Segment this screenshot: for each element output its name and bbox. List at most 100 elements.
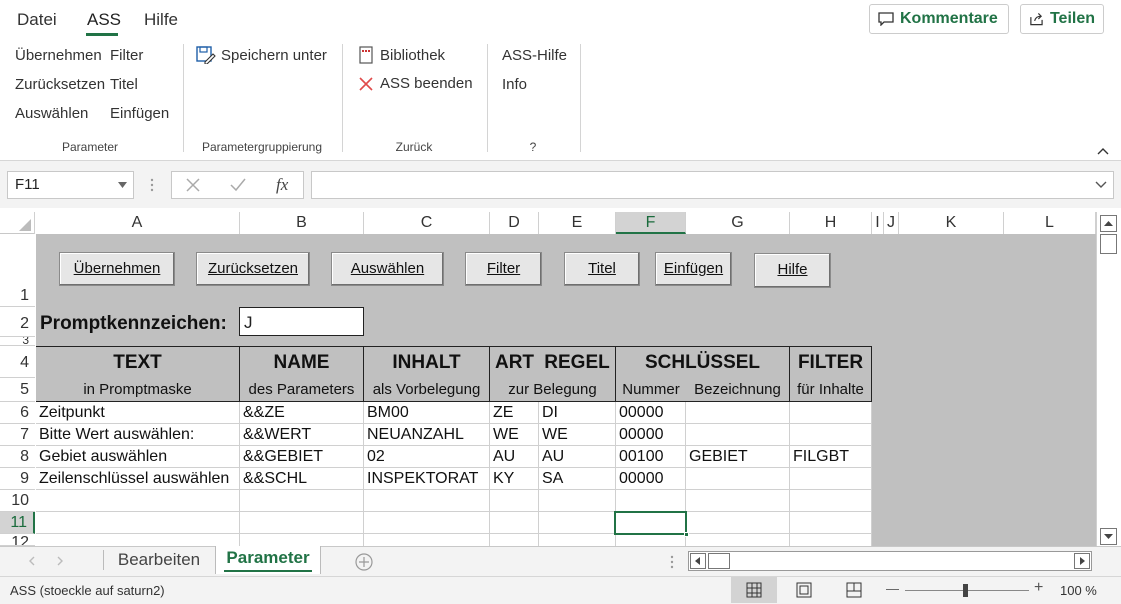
col-header-h[interactable]: H xyxy=(790,212,872,234)
drag-handle-icon[interactable] xyxy=(150,177,154,193)
table-cell[interactable] xyxy=(790,468,871,490)
table-cell[interactable]: Zeitpunkt xyxy=(36,402,239,424)
ribbon-filter[interactable]: Filter xyxy=(110,47,143,64)
table-cell[interactable]: &&WERT xyxy=(240,424,363,446)
col-header-d[interactable]: D xyxy=(490,212,539,234)
ribbon-titel[interactable]: Titel xyxy=(110,76,138,93)
table-cell[interactable]: &&SCHL xyxy=(240,468,363,490)
col-header-e[interactable]: E xyxy=(539,212,616,234)
row-header-9[interactable]: 9 xyxy=(0,468,35,490)
fill-handle[interactable] xyxy=(684,532,689,537)
ribbon-uebernehmen[interactable]: Übernehmen xyxy=(15,47,102,64)
formula-input[interactable] xyxy=(311,171,1114,199)
scroll-thumb[interactable] xyxy=(1100,234,1117,254)
col-header-c[interactable]: C xyxy=(364,212,490,234)
menu-tab-ass[interactable]: ASS xyxy=(87,10,121,30)
page-layout-icon[interactable] xyxy=(796,582,812,598)
row-header-6[interactable]: 6 xyxy=(0,402,35,424)
scroll-left-button[interactable] xyxy=(690,553,706,569)
row-header-3[interactable]: 3 xyxy=(0,337,35,346)
ribbon-einfuegen[interactable]: Einfügen xyxy=(110,105,169,122)
table-cell[interactable]: DI xyxy=(539,402,615,424)
table-cell[interactable]: AU xyxy=(490,446,538,468)
table-cell[interactable] xyxy=(686,468,789,490)
table-cell[interactable]: FILGBT xyxy=(790,446,871,468)
tab-scroll-left-icon[interactable] xyxy=(28,556,36,566)
table-cell[interactable]: INSPEKTORAT xyxy=(364,468,489,490)
table-cell[interactable]: GEBIET xyxy=(686,446,789,468)
table-cell[interactable]: ZE xyxy=(490,402,538,424)
view-normal-button[interactable] xyxy=(731,577,777,603)
ribbon-ass-hilfe[interactable]: ASS-Hilfe xyxy=(502,47,567,64)
menu-tab-datei[interactable]: Datei xyxy=(17,10,57,30)
zoom-level[interactable]: 100 % xyxy=(1060,583,1097,598)
zoom-out-button[interactable]: — xyxy=(886,581,899,596)
sheet-button-uebernehmen[interactable]: Übernehmen xyxy=(59,252,175,286)
ribbon-zuruecksetzen[interactable]: Zurücksetzen xyxy=(15,76,105,93)
table-cell[interactable]: WE xyxy=(539,424,615,446)
scroll-up-button[interactable] xyxy=(1100,215,1117,232)
row-header-2[interactable]: 2 xyxy=(0,307,35,337)
table-cell[interactable] xyxy=(686,424,789,446)
fx-icon[interactable]: fx xyxy=(276,175,288,195)
table-cell[interactable]: Gebiet auswählen xyxy=(36,446,239,468)
h-scroll-thumb[interactable] xyxy=(708,553,730,569)
sheet-button-filter[interactable]: Filter xyxy=(465,252,542,286)
cancel-icon[interactable] xyxy=(186,178,200,192)
chevron-down-icon[interactable] xyxy=(118,182,127,188)
scroll-down-button[interactable] xyxy=(1100,528,1117,545)
table-cell[interactable]: Zeilenschlüssel auswählen xyxy=(36,468,239,490)
table-cell[interactable]: &&GEBIET xyxy=(240,446,363,468)
col-header-j[interactable]: J xyxy=(884,212,899,234)
table-cell[interactable]: 00100 xyxy=(616,446,685,468)
select-all-corner[interactable] xyxy=(0,212,35,234)
sheet-tab-bearbeiten[interactable]: Bearbeiten xyxy=(104,548,214,574)
table-cell[interactable]: 00000 xyxy=(616,424,685,446)
table-cell[interactable] xyxy=(686,402,789,424)
menu-tab-hilfe[interactable]: Hilfe xyxy=(144,10,178,30)
scroll-right-button[interactable] xyxy=(1074,553,1090,569)
row-header-5[interactable]: 5 xyxy=(0,378,35,402)
col-header-a[interactable]: A xyxy=(35,212,240,234)
table-cell[interactable]: SA xyxy=(539,468,615,490)
col-header-i[interactable]: I xyxy=(872,212,884,234)
sheet-tab-parameter[interactable]: Parameter xyxy=(215,546,321,574)
table-cell[interactable]: 02 xyxy=(364,446,489,468)
sheet-button-einfuegen[interactable]: Einfügen xyxy=(655,252,732,286)
sheet-button-zuruecksetzen[interactable]: Zurücksetzen xyxy=(196,252,310,286)
table-cell[interactable]: WE xyxy=(490,424,538,446)
teilen-button[interactable]: Teilen xyxy=(1020,4,1104,34)
row-header-8[interactable]: 8 xyxy=(0,446,35,468)
collapse-ribbon-icon[interactable] xyxy=(1096,143,1110,155)
table-cell[interactable]: KY xyxy=(490,468,538,490)
sheet-button-titel[interactable]: Titel xyxy=(564,252,640,286)
table-cell[interactable]: BM00 xyxy=(364,402,489,424)
zoom-in-button[interactable]: + xyxy=(1034,579,1043,597)
vertical-scrollbar[interactable] xyxy=(1096,212,1121,546)
table-cell[interactable]: Bitte Wert auswählen: xyxy=(36,424,239,446)
prompt-input[interactable]: J xyxy=(239,307,364,336)
sheet-button-auswaehlen[interactable]: Auswählen xyxy=(331,252,444,286)
table-cell[interactable]: NEUANZAHL xyxy=(364,424,489,446)
expand-formula-icon[interactable] xyxy=(1095,181,1107,189)
split-handle-icon[interactable] xyxy=(670,554,674,570)
table-cell[interactable]: 00000 xyxy=(616,402,685,424)
col-header-l[interactable]: L xyxy=(1004,212,1096,234)
row-header-7[interactable]: 7 xyxy=(0,424,35,446)
row-header-10[interactable]: 10 xyxy=(0,490,35,512)
table-cell[interactable]: 00000 xyxy=(616,468,685,490)
col-header-f[interactable]: F xyxy=(616,212,686,234)
kommentare-button[interactable]: Kommentare xyxy=(869,4,1009,34)
name-box[interactable]: F11 xyxy=(7,171,134,199)
page-break-icon[interactable] xyxy=(846,582,862,598)
check-icon[interactable] xyxy=(230,178,246,192)
row-header-4[interactable]: 4 xyxy=(0,346,35,378)
table-cell[interactable]: &&ZE xyxy=(240,402,363,424)
horizontal-scrollbar[interactable] xyxy=(688,551,1092,571)
col-header-k[interactable]: K xyxy=(899,212,1004,234)
selected-cell[interactable] xyxy=(614,511,687,535)
ribbon-ass-beenden[interactable]: ASS beenden xyxy=(358,75,473,92)
table-cell[interactable]: AU xyxy=(539,446,615,468)
row-header-12[interactable]: 12 xyxy=(0,534,35,546)
ribbon-speichern-unter[interactable]: Speichern unter xyxy=(196,46,327,64)
